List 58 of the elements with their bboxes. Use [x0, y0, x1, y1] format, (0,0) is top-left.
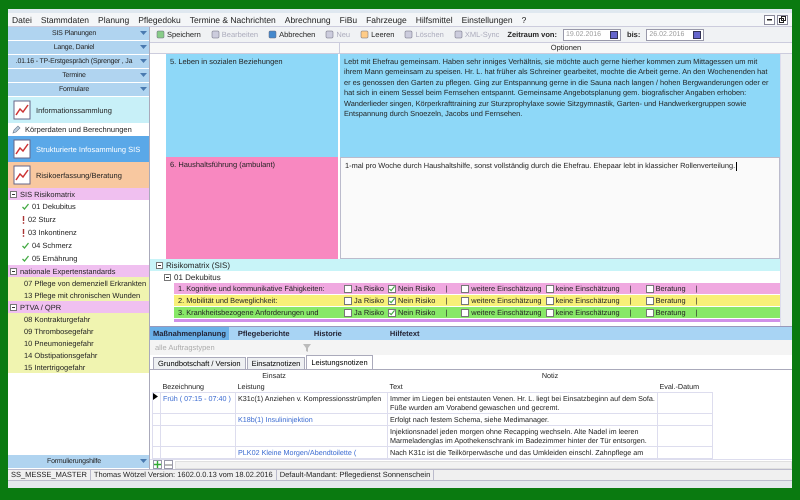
remove-button[interactable]	[164, 460, 173, 469]
chevron-down-icon	[140, 459, 147, 464]
chevron-down-icon	[140, 45, 147, 50]
checkbox-box[interactable]	[461, 308, 470, 316]
checkbox-box[interactable]	[646, 284, 654, 292]
chart-document-icon	[12, 139, 32, 159]
menu-item[interactable]: Stammdaten	[40, 14, 90, 24]
subsection-label: 01 Dekubitus	[174, 272, 221, 282]
menu-item[interactable]: Einstellungen	[462, 14, 513, 24]
chart-document-icon	[12, 100, 32, 120]
checkbox-box[interactable]	[461, 284, 470, 292]
minimize-button[interactable]	[764, 14, 775, 24]
restore-button[interactable]	[777, 14, 788, 24]
menu-item[interactable]: Hilfsmittel	[416, 14, 453, 24]
menu-item[interactable]: Termine & Nachrichten	[190, 14, 276, 24]
chevron-down-icon	[140, 73, 147, 78]
restore-icon	[779, 16, 786, 23]
checkbox-box[interactable]	[546, 296, 554, 304]
checkbox-box[interactable]	[646, 308, 654, 316]
plus-icon	[154, 461, 161, 468]
collapse-icon[interactable]	[10, 268, 17, 274]
exclamation-icon	[22, 216, 25, 224]
minimize-icon	[767, 18, 772, 20]
checkbox-box[interactable]	[344, 296, 352, 304]
exclamation-icon	[22, 228, 25, 236]
checkbox-box[interactable]	[344, 284, 352, 292]
collapse-icon[interactable]	[164, 274, 171, 280]
chart-document-icon	[12, 165, 32, 185]
menu-item[interactable]: Fahrzeuge	[366, 14, 407, 24]
chevron-down-icon	[140, 87, 147, 92]
menu-item[interactable]: FiBu	[340, 14, 358, 24]
menu-item[interactable]: Abrechnung	[284, 14, 331, 24]
menu-item[interactable]: ?	[522, 14, 526, 24]
minus-icon	[165, 464, 172, 466]
collapse-icon[interactable]	[156, 262, 163, 268]
menu-item[interactable]: Pflegedoku	[138, 14, 181, 24]
check-icon	[22, 203, 29, 210]
section-header: Risikomatrix (SIS)	[150, 259, 780, 271]
checkbox-box[interactable]	[388, 296, 396, 304]
checkbox-box[interactable]	[646, 296, 654, 304]
checkbox-box[interactable]	[461, 296, 470, 304]
collapse-icon[interactable]	[10, 304, 17, 310]
chevron-down-icon	[140, 59, 147, 64]
checkbox-box[interactable]	[388, 308, 396, 316]
collapse-icon[interactable]	[10, 190, 17, 198]
checkbox-box[interactable]	[388, 284, 396, 292]
row-selector[interactable]	[152, 392, 160, 414]
pencil-icon	[12, 125, 21, 134]
menu-item[interactable]: Datei	[12, 14, 32, 24]
menu-item[interactable]: Planung	[98, 14, 130, 24]
checkbox-box[interactable]	[546, 284, 554, 292]
checkbox-box[interactable]	[546, 308, 554, 316]
row-pointer-icon	[153, 393, 158, 400]
scrollbar[interactable]	[175, 460, 792, 468]
scrollbar[interactable]	[780, 54, 792, 326]
chevron-down-icon	[140, 31, 147, 36]
checkbox-box[interactable]	[344, 308, 352, 316]
add-button[interactable]	[153, 460, 162, 469]
